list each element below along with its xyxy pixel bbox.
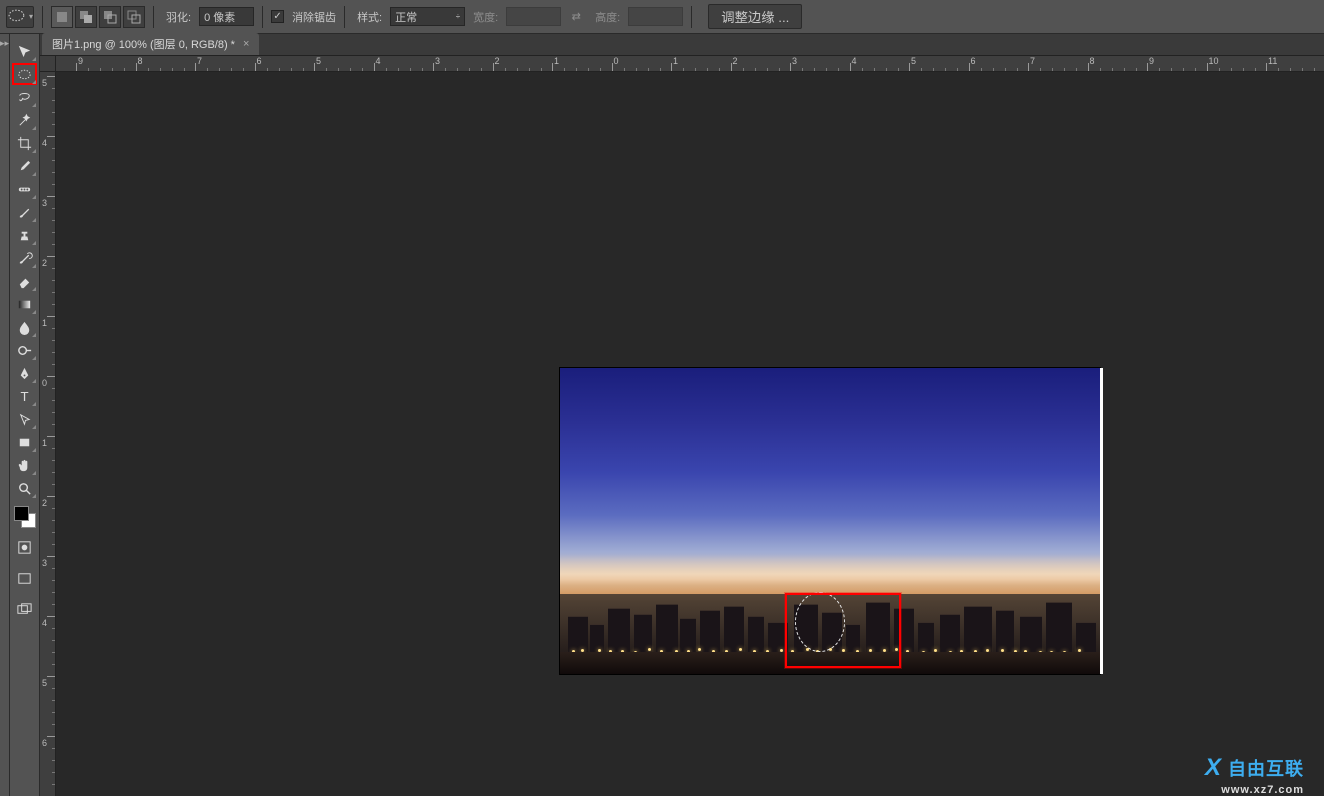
- horizontal-ruler[interactable]: 9876543210123456789101112: [56, 56, 1324, 72]
- selection-mode-group: [51, 6, 145, 28]
- selection-new[interactable]: [51, 6, 73, 28]
- screen-mode-toggle[interactable]: [12, 567, 37, 589]
- gradient-tool[interactable]: [12, 293, 37, 315]
- vertical-ruler[interactable]: 543210123456: [40, 72, 56, 796]
- blur-tool[interactable]: [12, 316, 37, 338]
- toolbox: T: [10, 34, 40, 796]
- height-input: [628, 7, 683, 26]
- image-document: [560, 368, 1100, 674]
- crop-tool[interactable]: [12, 132, 37, 154]
- selection-add[interactable]: [75, 6, 97, 28]
- options-bar: ▾ 羽化: 消除锯齿 样式: 正常÷ 宽度: ⇄ 高度: 调整边缘 ...: [0, 0, 1324, 34]
- canvas[interactable]: [56, 72, 1324, 796]
- pen-tool[interactable]: [12, 362, 37, 384]
- quick-mask-toggle[interactable]: [12, 536, 37, 558]
- document-tabs: 图片1.png @ 100% (图层 0, RGB/8) * ×: [40, 34, 1324, 56]
- tab-title: 图片1.png @ 100% (图层 0, RGB/8) *: [52, 36, 235, 52]
- eyedropper-tool[interactable]: [12, 155, 37, 177]
- eraser-tool[interactable]: [12, 270, 37, 292]
- height-label: 高度:: [595, 9, 620, 25]
- type-tool[interactable]: T: [12, 385, 37, 407]
- history-brush-tool[interactable]: [12, 247, 37, 269]
- shape-tool[interactable]: [12, 431, 37, 453]
- antialias-label: 消除锯齿: [292, 9, 336, 25]
- elliptical-marquee-tool[interactable]: [12, 63, 37, 85]
- selection-intersect[interactable]: [123, 6, 145, 28]
- dodge-tool[interactable]: [12, 339, 37, 361]
- swap-wh-icon: ⇄: [565, 6, 587, 28]
- healing-brush-tool[interactable]: [12, 178, 37, 200]
- magic-wand-tool[interactable]: [12, 109, 37, 131]
- color-swatches[interactable]: [14, 506, 36, 528]
- brush-tool[interactable]: [12, 201, 37, 223]
- tab-close-icon[interactable]: ×: [243, 38, 249, 50]
- width-input: [506, 7, 561, 26]
- document-tab[interactable]: 图片1.png @ 100% (图层 0, RGB/8) * ×: [42, 33, 259, 55]
- style-select[interactable]: 正常÷: [390, 7, 465, 26]
- lasso-tool[interactable]: [12, 86, 37, 108]
- refine-edge-button[interactable]: 调整边缘 ...: [708, 4, 802, 29]
- hand-tool[interactable]: [12, 454, 37, 476]
- move-tool[interactable]: [12, 40, 37, 62]
- screen-mode-menu[interactable]: [12, 598, 37, 620]
- antialias-checkbox[interactable]: [271, 10, 284, 23]
- annotation-highlight: [785, 593, 901, 668]
- tool-preset-dropdown[interactable]: ▾: [6, 6, 34, 28]
- watermark-icon: X: [1205, 754, 1222, 782]
- ruler-origin[interactable]: [40, 56, 56, 72]
- selection-subtract[interactable]: [99, 6, 121, 28]
- path-selection-tool[interactable]: [12, 408, 37, 430]
- width-label: 宽度:: [473, 9, 498, 25]
- watermark: X 自由互联 www.xz7.com: [1205, 754, 1304, 782]
- feather-input[interactable]: [199, 7, 254, 26]
- clone-stamp-tool[interactable]: [12, 224, 37, 246]
- svg-text:T: T: [20, 389, 28, 404]
- feather-label: 羽化:: [166, 9, 191, 25]
- side-panel-collapse[interactable]: ▸▸: [0, 34, 10, 796]
- zoom-tool[interactable]: [12, 477, 37, 499]
- style-label: 样式:: [357, 9, 382, 25]
